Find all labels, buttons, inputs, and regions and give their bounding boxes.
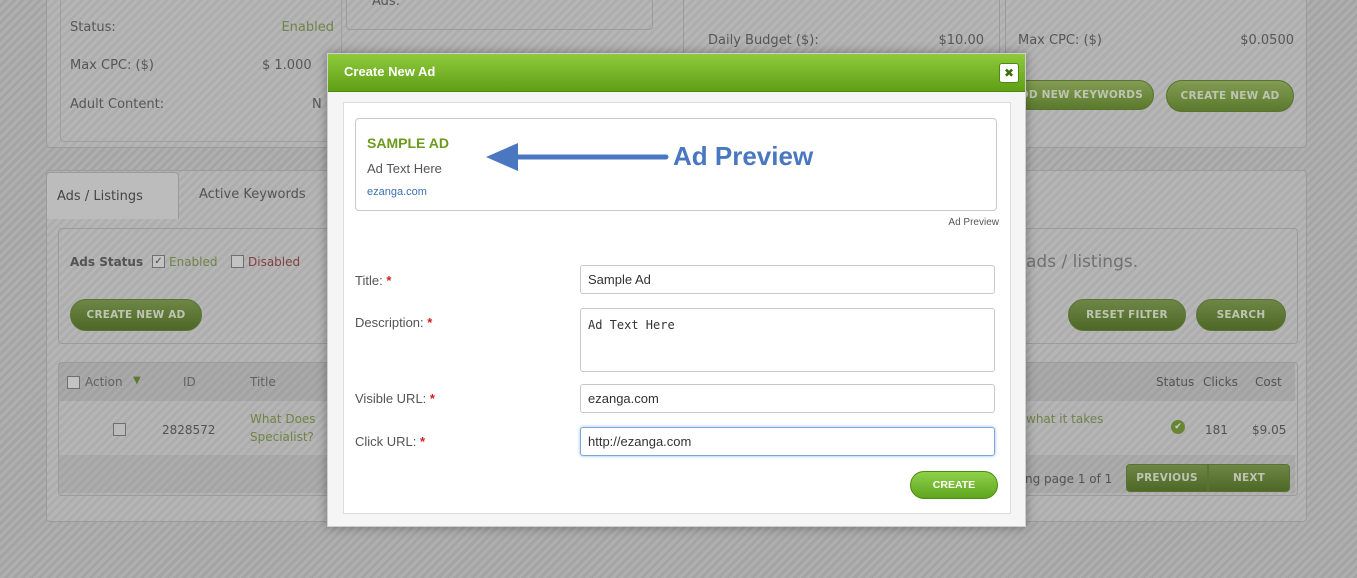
description-label-text: Description: — [355, 315, 424, 330]
preview-caption: Ad Preview — [948, 217, 999, 228]
required-mark: * — [420, 434, 426, 449]
click-url-label: Click URL: * — [355, 434, 425, 449]
description-textarea[interactable]: Ad Text Here — [580, 308, 995, 372]
close-icon[interactable]: ✖ — [999, 63, 1019, 83]
create-button[interactable]: CREATE — [910, 471, 998, 499]
required-mark: * — [386, 273, 392, 288]
ad-preview-box: SAMPLE AD Ad Text Here ezanga.com Ad Pre… — [355, 118, 997, 211]
visible-url-input[interactable]: ezanga.com — [580, 384, 995, 413]
click-url-label-text: Click URL: — [355, 434, 417, 449]
modal-title: Create New Ad — [344, 64, 436, 79]
click-url-input[interactable]: http://ezanga.com — [580, 427, 995, 456]
required-mark: * — [427, 315, 433, 330]
title-label-text: Title: — [355, 273, 383, 288]
title-label: Title: * — [355, 273, 391, 288]
preview-ad-url: ezanga.com — [367, 186, 427, 198]
visible-url-label: Visible URL: * — [355, 391, 435, 406]
modal-header: Create New Ad ✖ — [328, 54, 1025, 92]
create-ad-modal: Create New Ad ✖ SAMPLE AD Ad Text Here e… — [327, 53, 1026, 527]
preview-ad-text: Ad Text Here — [367, 161, 442, 176]
required-mark: * — [429, 391, 435, 406]
modal-body: SAMPLE AD Ad Text Here ezanga.com Ad Pre… — [343, 102, 1011, 514]
preview-ad-title: SAMPLE AD — [367, 135, 449, 151]
description-label: Description: * — [355, 315, 432, 330]
title-input[interactable]: Sample Ad — [580, 265, 995, 294]
arrow-left-icon — [486, 143, 669, 171]
visible-url-label-text: Visible URL: — [355, 391, 427, 406]
preview-callout: Ad Preview — [673, 141, 814, 171]
